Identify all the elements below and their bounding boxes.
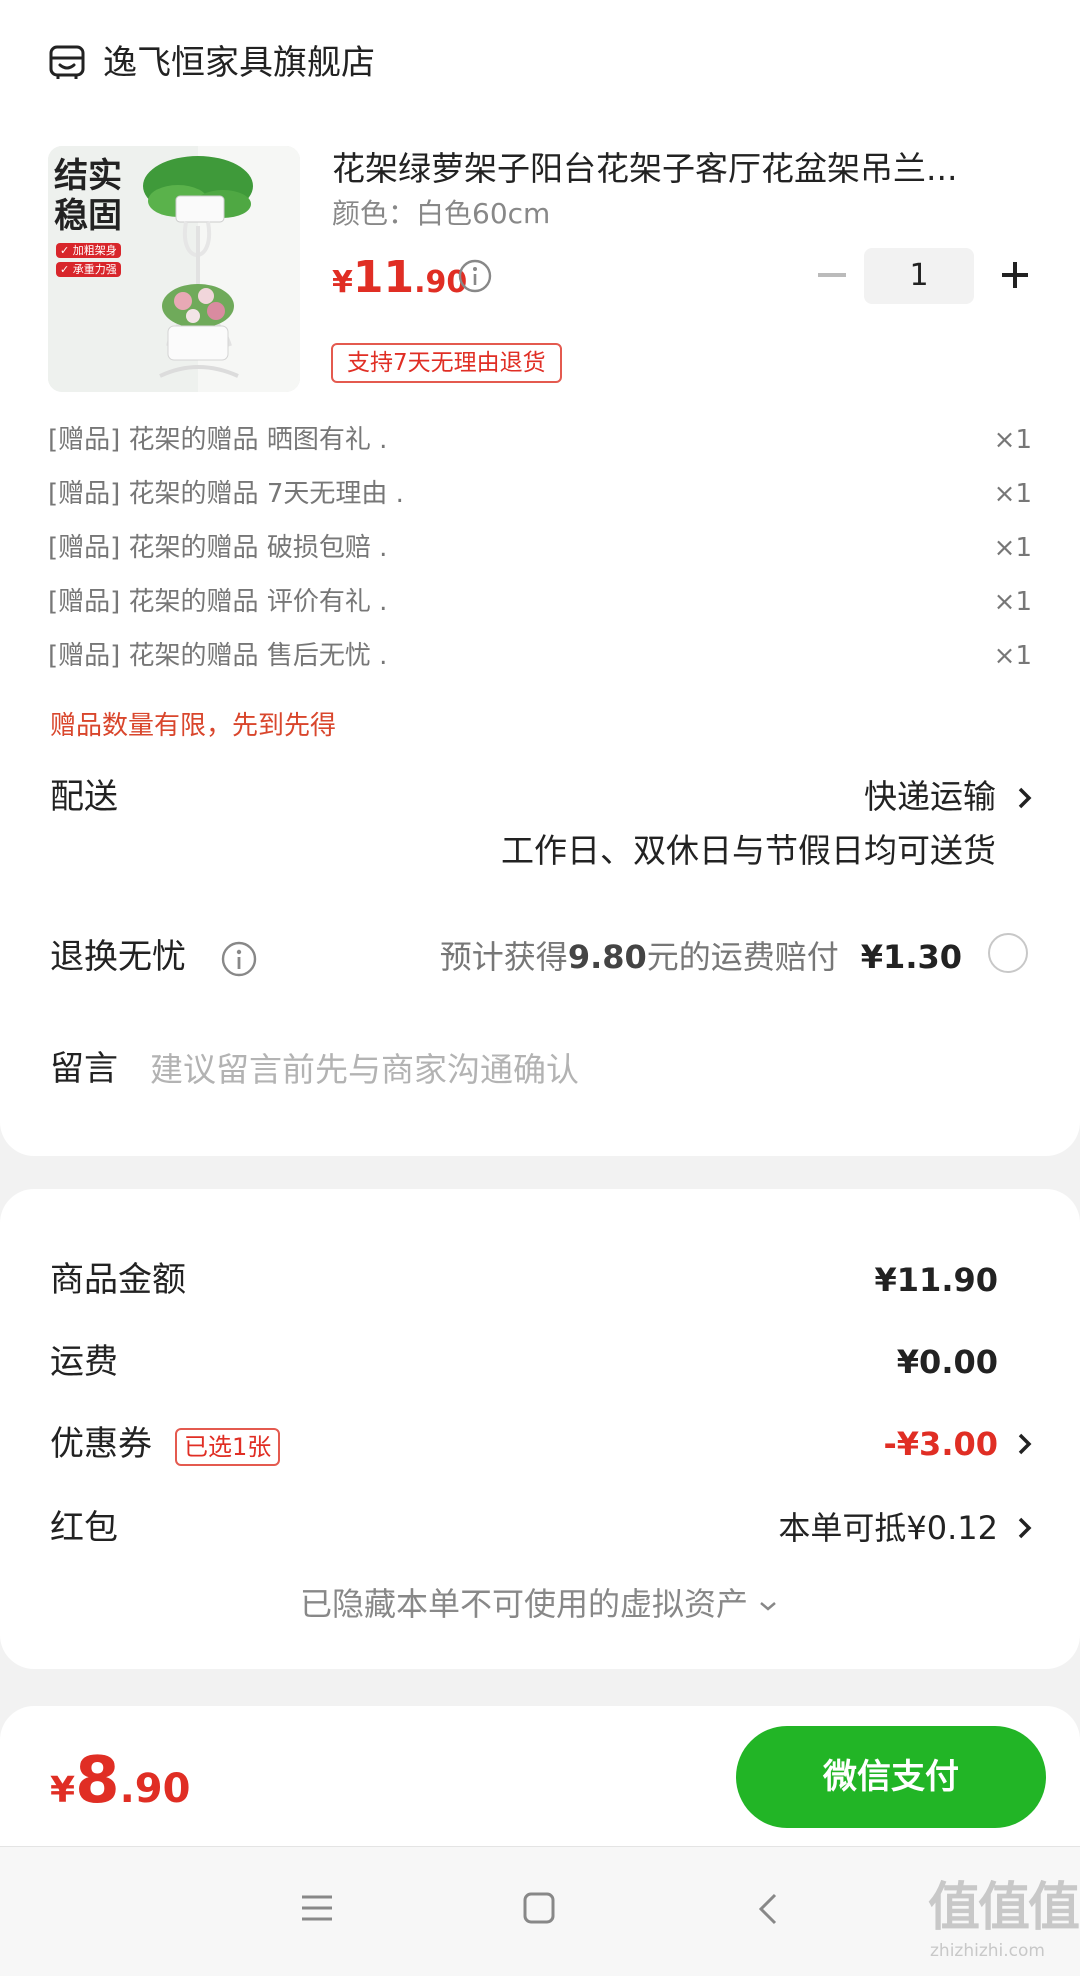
gift-label: [赠品] 花架的赠品 破损包赔 . bbox=[48, 533, 388, 563]
wechat-pay-button[interactable]: 微信支付 bbox=[736, 1726, 1046, 1828]
product-image[interactable]: 结实 稳固 ✓ 加粗架身 ✓ 承重力强 bbox=[48, 146, 300, 392]
return-insurance-label: 退换无忧 bbox=[50, 937, 186, 977]
chevron-right-icon[interactable] bbox=[1016, 1431, 1034, 1457]
desc-prefix: 预计获得 bbox=[439, 938, 568, 976]
store-icon bbox=[49, 45, 85, 79]
message-input[interactable] bbox=[150, 1042, 990, 1096]
gift-row: [赠品] 花架的赠品 评价有礼 . ×1 bbox=[48, 580, 1032, 624]
desc-amount: 9.80 bbox=[567, 938, 647, 976]
gift-qty: ×1 bbox=[993, 641, 1032, 671]
hidden-assets-toggle[interactable]: 已隐藏本单不可使用的虚拟资产 bbox=[0, 1580, 1080, 1628]
info-icon[interactable] bbox=[220, 940, 258, 978]
goods-amount-label: 商品金额 bbox=[50, 1260, 186, 1300]
info-icon[interactable] bbox=[457, 258, 493, 294]
back-icon[interactable] bbox=[756, 1892, 780, 1926]
message-label: 留言 bbox=[50, 1049, 118, 1089]
menu-icon[interactable] bbox=[300, 1892, 334, 1924]
gift-limited-note: 赠品数量有限，先到先得 bbox=[50, 711, 337, 741]
watermark-logo: 值值值 bbox=[928, 1878, 1080, 1938]
coupon-selected-badge: 已选1张 bbox=[175, 1428, 281, 1466]
quantity-plus-button[interactable] bbox=[990, 250, 1040, 300]
return-insurance-price: ¥1.30 bbox=[860, 938, 962, 976]
total-integer: 8 bbox=[75, 1744, 120, 1818]
chevron-right-icon[interactable] bbox=[1016, 1515, 1034, 1541]
price-currency: ¥ bbox=[332, 265, 353, 300]
coupon-value[interactable]: -¥3.00 bbox=[884, 1420, 999, 1468]
quantity-value[interactable]: 1 bbox=[864, 248, 974, 304]
gift-qty: ×1 bbox=[993, 479, 1032, 509]
coupon-label[interactable]: 优惠券 bbox=[50, 1420, 152, 1468]
total-currency: ¥ bbox=[50, 1770, 76, 1811]
order-item-card: 逸飞恒家具旗舰店 结实 稳固 ✓ 加粗架身 ✓ 承重力强 花架绿萝架子阳台花架子… bbox=[0, 0, 1080, 1156]
image-text-line1: 结实 bbox=[54, 156, 122, 196]
desc-suffix: 元的运费赔付 bbox=[646, 938, 839, 976]
quantity-minus-button[interactable] bbox=[812, 250, 852, 300]
gift-row: [赠品] 花架的赠品 破损包赔 . ×1 bbox=[48, 526, 1032, 570]
home-square-icon[interactable] bbox=[523, 1892, 555, 1924]
hidden-assets-text: 已隐藏本单不可使用的虚拟资产 bbox=[299, 1585, 748, 1623]
return-insurance-desc: 预计获得9.80元的运费赔付 ¥1.30 bbox=[440, 934, 962, 980]
product-title[interactable]: 花架绿萝架子阳台花架子客厅花盆架吊兰... bbox=[332, 146, 1022, 192]
gift-row: [赠品] 花架的赠品 售后无忧 . ×1 bbox=[48, 634, 1032, 678]
shipping-label: 运费 bbox=[50, 1342, 118, 1382]
delivery-method[interactable]: 快递运输 bbox=[864, 774, 996, 820]
gift-label: [赠品] 花架的赠品 售后无忧 . bbox=[48, 641, 388, 671]
red-packet-value[interactable]: 本单可抵¥0.12 bbox=[778, 1504, 998, 1552]
image-badge-2: ✓ 承重力强 bbox=[56, 262, 121, 277]
store-name[interactable]: 逸飞恒家具旗舰店 bbox=[103, 40, 375, 86]
return-insurance-radio[interactable] bbox=[988, 933, 1028, 973]
image-badge-1: ✓ 加粗架身 bbox=[56, 243, 121, 258]
delivery-note: 工作日、双休日与节假日均可送货 bbox=[501, 831, 996, 870]
gift-label: [赠品] 花架的赠品 晒图有礼 . bbox=[48, 425, 388, 455]
product-spec[interactable]: 颜色：白色60cm bbox=[332, 194, 550, 234]
gift-qty: ×1 bbox=[993, 533, 1032, 563]
gift-qty: ×1 bbox=[993, 587, 1032, 617]
chevron-right-icon[interactable] bbox=[1016, 785, 1034, 811]
delivery-label: 配送 bbox=[50, 777, 118, 817]
gift-label: [赠品] 花架的赠品 评价有礼 . bbox=[48, 587, 388, 617]
gift-qty: ×1 bbox=[993, 425, 1032, 455]
watermark-url: zhizhizhi.com bbox=[930, 1941, 1045, 1961]
return-policy-tag: 支持7天无理由退货 bbox=[331, 343, 562, 383]
total-decimal: .90 bbox=[119, 1766, 191, 1812]
price-integer: 11 bbox=[352, 252, 415, 303]
total-price: ¥8.90 bbox=[50, 1746, 190, 1832]
goods-amount-value: ¥11.90 bbox=[874, 1261, 998, 1299]
chevron-down-icon bbox=[760, 1602, 776, 1611]
gift-row: [赠品] 花架的赠品 晒图有礼 . ×1 bbox=[48, 418, 1032, 462]
image-text-line2: 稳固 bbox=[54, 196, 122, 236]
product-price: ¥11.90 bbox=[332, 250, 467, 315]
shipping-value: ¥0.00 bbox=[896, 1343, 998, 1381]
gift-label: [赠品] 花架的赠品 7天无理由 . bbox=[48, 479, 404, 509]
gift-row: [赠品] 花架的赠品 7天无理由 . ×1 bbox=[48, 472, 1032, 516]
red-packet-label[interactable]: 红包 bbox=[50, 1504, 118, 1552]
